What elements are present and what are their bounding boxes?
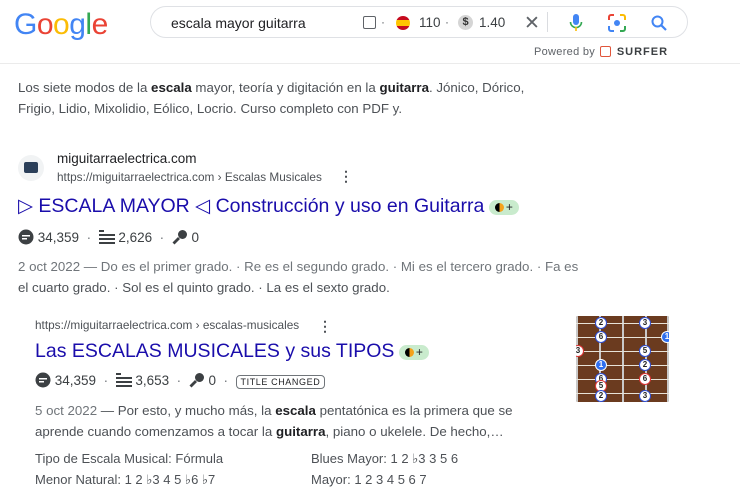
- sub-result-title-row: Las ESCALAS MUSICALES y sus TIPOS +: [35, 340, 429, 363]
- table-cell: Menor Natural: 1 2 ♭3 4 5 ♭6 ♭7: [35, 471, 216, 487]
- note-marker: 3: [639, 390, 651, 402]
- note-marker: 3: [576, 345, 584, 357]
- separator-dot: ·: [445, 15, 449, 29]
- powered-by-label: Powered by: [534, 46, 596, 58]
- surfer-pill-icon[interactable]: +: [398, 345, 429, 361]
- word-count-value: 3,653: [135, 373, 170, 388]
- google-lens-icon[interactable]: [608, 14, 626, 32]
- traffic-icon: [35, 372, 51, 388]
- divider: [547, 12, 548, 32]
- table-cell: Tipo de Escala Musical: Fórmula: [35, 451, 224, 466]
- metrics-row: 34,359 · 2,626 · 0: [18, 229, 199, 245]
- note-marker: 3: [639, 317, 651, 329]
- note-marker: 5: [639, 345, 651, 357]
- word-count-icon: [115, 373, 132, 387]
- sub-result-title-link[interactable]: Las ESCALAS MUSICALES y sus TIPOS: [35, 340, 394, 362]
- keyword-key-icon: [189, 373, 204, 388]
- sub-result-url[interactable]: https://miguitarraelectrica.com › escala…: [35, 318, 299, 332]
- separator-dot: ·: [381, 15, 385, 29]
- result-url[interactable]: https://miguitarraelectrica.com › Escala…: [57, 170, 322, 184]
- sub-result-snippet: 5 oct 2022 — Por esto, y mucho más, la e…: [35, 403, 513, 439]
- traffic-value: 34,359: [37, 230, 80, 245]
- traffic-icon: [18, 229, 34, 245]
- cpc-value: 1.40: [479, 15, 506, 30]
- scale-table: Tipo de Escala Musical: Fórmula Blues Ma…: [35, 448, 458, 490]
- surfer-label: SURFER: [616, 46, 669, 58]
- more-options-icon[interactable]: ⋮: [339, 168, 353, 185]
- table-cell: Mayor: 1 2 3 4 5 6 7: [311, 472, 427, 487]
- google-logo[interactable]: Google: [14, 8, 108, 42]
- note-marker: 2: [639, 359, 651, 371]
- result-title-link[interactable]: ▷ ESCALA MAYOR ◁ Construcción y uso en G…: [18, 195, 484, 217]
- clear-icon[interactable]: ✕: [524, 12, 540, 35]
- traffic-value: 34,359: [54, 373, 97, 388]
- note-marker: 6: [639, 373, 651, 385]
- dollar-icon: $: [458, 15, 473, 30]
- more-options-icon[interactable]: ⋮: [318, 318, 332, 335]
- title-changed-badge: TITLE CHANGED: [235, 375, 326, 389]
- word-count-icon: [98, 230, 115, 244]
- search-volume: 110: [419, 15, 441, 30]
- keyword-value: 0: [208, 373, 216, 388]
- sub-metrics-row: 34,359 · 3,653 · 0 · TITLE CHANGED: [35, 372, 326, 389]
- table-cell: Blues Mayor: 1 2 ♭3 3 5 6: [311, 450, 459, 466]
- header-divider: [0, 63, 740, 64]
- word-count-value: 2,626: [118, 230, 153, 245]
- keyword-value: 0: [191, 230, 199, 245]
- surfer-pill-icon[interactable]: +: [488, 200, 519, 216]
- fretboard-thumbnail[interactable]: 2 3 6 1 3 5 1 2 6 6 5 2 3: [576, 316, 669, 402]
- search-input[interactable]: escala mayor guitarra: [171, 15, 306, 31]
- surfer-logo-icon: [600, 46, 612, 57]
- note-marker: 6: [595, 331, 607, 343]
- search-box[interactable]: escala mayor guitarra · 110 · $ 1.40 ✕: [150, 6, 688, 38]
- keyword-key-icon: [172, 230, 187, 245]
- result-title-row: ▷ ESCALA MAYOR ◁ Construcción y uso en G…: [18, 194, 519, 218]
- site-favicon[interactable]: [18, 155, 44, 181]
- search-icon[interactable]: [651, 15, 667, 31]
- spain-flag-icon: [396, 16, 410, 30]
- root-note-marker: 1: [595, 359, 607, 371]
- root-note-marker: 1: [661, 331, 669, 343]
- note-marker: 2: [595, 390, 607, 402]
- microphone-icon[interactable]: [569, 14, 583, 32]
- select-checkbox[interactable]: [363, 16, 376, 29]
- site-name[interactable]: miguitarraelectrica.com: [57, 151, 197, 166]
- note-marker: 2: [595, 317, 607, 329]
- powered-by: Powered by SURFER: [534, 46, 668, 58]
- prev-result-snippet: Los siete modos de la escala mayor, teor…: [18, 80, 525, 116]
- result1-snippet: 2 oct 2022 — Do es el primer grado. · Re…: [18, 259, 579, 295]
